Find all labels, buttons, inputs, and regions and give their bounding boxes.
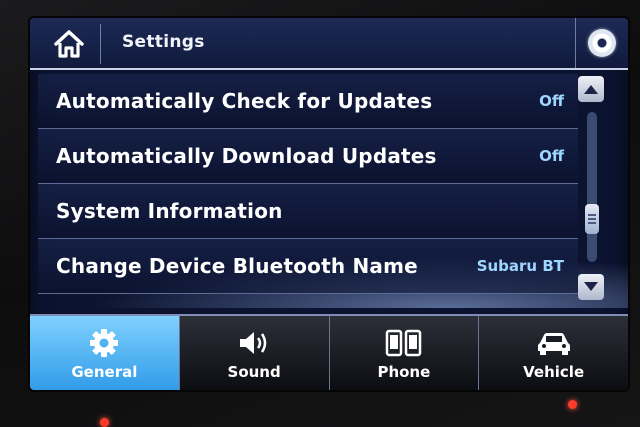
arrow-up-icon (584, 85, 598, 94)
setting-label: System Information (56, 199, 283, 223)
list-scrollbar[interactable] (576, 72, 616, 302)
setting-value: Subaru BT (476, 257, 564, 275)
car-icon (537, 333, 570, 355)
media-source-button[interactable] (575, 18, 628, 68)
scroll-thumb[interactable] (585, 204, 599, 234)
speaker-icon (240, 332, 267, 354)
scroll-track[interactable] (587, 112, 597, 262)
tab-label: Sound (227, 363, 281, 381)
tab-sound[interactable]: Sound (179, 316, 330, 390)
tab-vehicle[interactable]: Vehicle (479, 316, 628, 390)
setting-value: Off (539, 147, 564, 165)
home-icon (54, 30, 84, 58)
page-title: Settings (122, 32, 205, 52)
settings-list: Automatically Check for Updates Off Auto… (38, 74, 578, 296)
gear-icon (90, 329, 119, 357)
bottom-tab-bar: General Sound Phone Vehicle (30, 314, 628, 390)
setting-row-system-information[interactable]: System Information (38, 184, 578, 239)
tab-label: General (71, 363, 138, 381)
tab-label: Phone (377, 363, 431, 381)
scroll-down-button[interactable] (578, 274, 604, 300)
tab-label: Vehicle (523, 363, 585, 381)
setting-row-download-updates[interactable]: Automatically Download Updates Off (38, 129, 578, 184)
setting-row-bluetooth-name[interactable]: Change Device Bluetooth Name Subaru BT (38, 239, 578, 294)
tab-phone[interactable]: Phone (329, 316, 480, 390)
setting-label: Change Device Bluetooth Name (56, 254, 418, 278)
arrow-down-icon (584, 282, 598, 291)
setting-row-check-updates[interactable]: Automatically Check for Updates Off (38, 74, 578, 129)
indicator-light (100, 418, 109, 427)
setting-label: Automatically Check for Updates (56, 89, 433, 113)
scroll-up-button[interactable] (578, 76, 604, 102)
home-button[interactable] (38, 24, 101, 64)
setting-value: Off (539, 92, 564, 110)
indicator-light (568, 400, 577, 409)
header-bar: Settings (30, 18, 628, 70)
setting-label: Automatically Download Updates (56, 144, 437, 168)
disc-icon (588, 29, 616, 57)
tab-general[interactable]: General (30, 316, 180, 390)
infotainment-screen: Settings Automatically Check for Updates… (30, 18, 628, 390)
phone-icon (385, 329, 422, 357)
